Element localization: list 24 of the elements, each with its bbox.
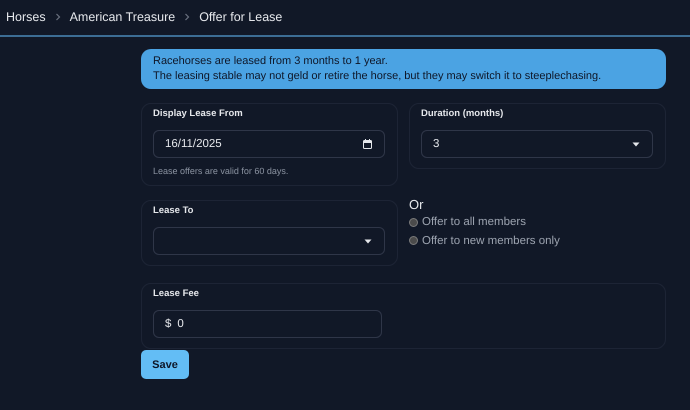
duration-select[interactable]: 3 <box>421 130 653 158</box>
save-button[interactable]: Save <box>141 350 189 379</box>
fee-field[interactable]: $ 0 <box>153 310 382 338</box>
helper-text: Lease offers are valid for 60 days. <box>153 166 290 176</box>
field-label: Duration (months) <box>421 108 504 119</box>
calendar-icon <box>363 139 372 149</box>
breadcrumb-link[interactable]: Offer for Lease <box>199 10 282 24</box>
breadcrumb-link[interactable]: American Treasure <box>70 10 176 24</box>
caret-down-icon <box>364 238 372 244</box>
field-label: Lease To <box>153 205 194 216</box>
breadcrumb-link[interactable]: Horses <box>6 10 46 24</box>
radio-option[interactable]: Offer to all members <box>409 213 526 231</box>
or-heading: Or <box>409 197 424 213</box>
field-label: Display Lease From <box>153 108 243 119</box>
date-field[interactable]: 16/11/2025 <box>153 130 385 158</box>
chevron-right-icon <box>54 12 61 20</box>
field-label: Lease Fee <box>153 288 199 299</box>
chevron-right-icon <box>184 12 190 20</box>
radio-button[interactable] <box>409 218 418 226</box>
radio-button[interactable] <box>409 236 418 245</box>
notice-text: Racehorses are leased from 3 months to 1 year. <box>153 54 389 69</box>
radio-option[interactable]: Offer to new members only <box>409 232 560 250</box>
caret-down-icon <box>632 142 640 146</box>
notice-text: The leasing stable may not geld or retire the horse, but they may switch it to steeplechasing. <box>153 69 602 84</box>
